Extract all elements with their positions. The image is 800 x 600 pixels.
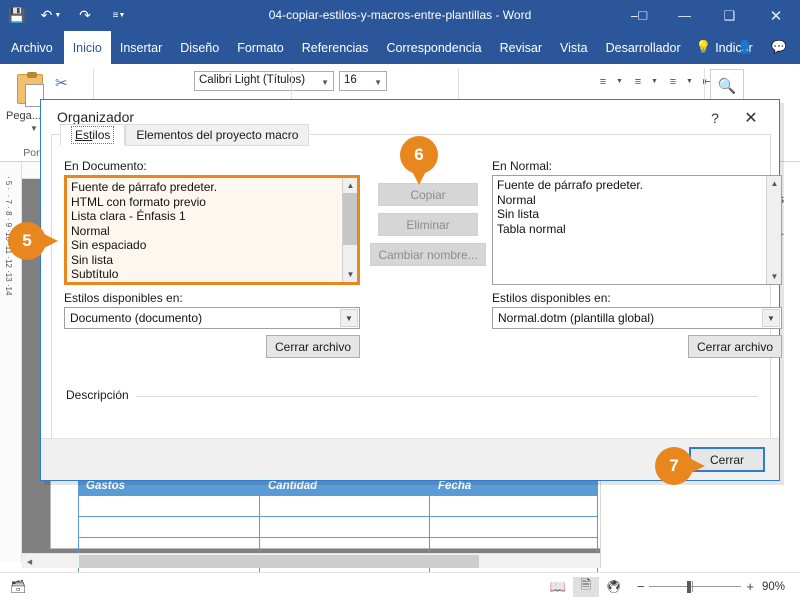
copiar-button[interactable]: Copiar xyxy=(378,183,478,206)
left-available-dropdown[interactable]: Documento (documento) ▼ xyxy=(64,307,360,329)
tab-estilos[interactable]: Estilos xyxy=(60,124,126,146)
close-button[interactable]: ✕ xyxy=(752,0,800,31)
status-right: 📖 🗎 🖲 − + 90% xyxy=(545,576,792,597)
chevron-down-icon[interactable]: ▼ xyxy=(762,309,780,327)
paste-chevron-down-icon[interactable]: ▼ xyxy=(30,124,38,133)
customize-quick-access-icon[interactable]: ≡ ▼ xyxy=(102,0,136,31)
tab-inicio[interactable]: Inicio xyxy=(63,31,111,64)
tab-formato[interactable]: Formato xyxy=(228,31,293,64)
vertical-ruler[interactable]: · 5 · · 7 · 8 · 9 ·10 ·11 ·12 ·13 ·14 xyxy=(0,162,22,562)
right-list-scrollbar[interactable]: ▲ ▼ xyxy=(766,176,781,284)
redo-icon[interactable]: ↷ xyxy=(68,0,102,31)
status-bar: 🗃 📖 🗎 🖲 − + 90% xyxy=(0,572,800,600)
list-item[interactable]: Sin lista xyxy=(67,253,341,268)
table-row[interactable] xyxy=(78,496,598,517)
right-styles-listbox[interactable]: Fuente de párrafo predeter. Normal Sin l… xyxy=(492,175,782,285)
right-list-items: Fuente de párrafo predeter. Normal Sin l… xyxy=(493,178,765,236)
list-item[interactable]: HTML con formato previo xyxy=(67,195,341,210)
list-item[interactable]: Normal xyxy=(493,193,765,208)
save-icon[interactable]: 💾 xyxy=(0,0,34,31)
tab-desarrollador[interactable]: Desarrollador xyxy=(597,31,690,64)
cut-icon[interactable]: ✂ xyxy=(55,74,68,92)
right-available-label: Estilos disponibles en: xyxy=(492,291,611,305)
zoom-in-button[interactable]: + xyxy=(746,579,754,594)
left-list-items: Fuente de párrafo predeter. HTML con for… xyxy=(67,180,341,283)
minimize-button[interactable]: — xyxy=(662,0,707,31)
paste-label[interactable]: Pega... xyxy=(6,110,41,122)
tab-archivo[interactable]: Archivo xyxy=(0,31,64,64)
description-divider xyxy=(136,396,758,397)
zoom-slider-tick xyxy=(692,580,694,592)
left-close-file-button[interactable]: Cerrar archivo xyxy=(266,335,360,358)
tab-referencias[interactable]: Referencias xyxy=(293,31,378,64)
list-item[interactable]: Tabla con cuadrícula xyxy=(67,282,341,283)
list-item[interactable]: Fuente de párrafo predeter. xyxy=(493,178,765,193)
chevron-down-icon[interactable]: ▼ xyxy=(343,267,357,282)
title-bar: 💾 ↶ ▼ ↷ ≡ ▼ 04-copiar-estilos-y-macros-ent… xyxy=(0,0,800,31)
scrollbar-thumb[interactable] xyxy=(79,555,479,568)
find-icon[interactable]: 🔍 xyxy=(710,69,744,103)
maximize-button[interactable]: ❑ xyxy=(707,0,752,31)
record-macro-icon[interactable]: 🗃 xyxy=(10,579,27,595)
comments-icon[interactable]: 💬 xyxy=(762,31,796,64)
left-styles-listbox[interactable]: Fuente de párrafo predeter. HTML con for… xyxy=(64,175,360,285)
right-available-dropdown[interactable]: Normal.dotm (plantilla global) ▼ xyxy=(492,307,782,329)
zoom-slider-thumb[interactable] xyxy=(687,580,692,593)
tab-correspondencia[interactable]: Correspondencia xyxy=(377,31,490,64)
tab-insertar[interactable]: Insertar xyxy=(111,31,171,64)
zoom-control[interactable]: − + xyxy=(637,579,754,594)
list-item[interactable]: Subtítulo xyxy=(67,267,341,282)
scrollbar-thumb[interactable] xyxy=(343,193,357,245)
right-list-label: En Normal: xyxy=(492,159,553,173)
read-mode-icon[interactable]: 📖 xyxy=(545,577,571,597)
share-person-icon[interactable]: 👤 xyxy=(728,31,762,64)
description-label: Descripción xyxy=(66,388,134,402)
eliminar-button[interactable]: Eliminar xyxy=(378,213,478,236)
right-close-file-button[interactable]: Cerrar archivo xyxy=(688,335,782,358)
ribbon-display-options-icon[interactable]: ⎯▢ xyxy=(617,0,662,31)
chevron-down-icon[interactable]: ▼ xyxy=(340,309,358,327)
lightbulb-icon: 💡 xyxy=(695,40,712,54)
tab-diseno[interactable]: Diseño xyxy=(171,31,228,64)
dialog-body: Estilos Elementos del proyecto macro En … xyxy=(51,124,782,439)
window-controls: ⎯▢ — ❑ ✕ xyxy=(617,0,800,31)
undo-icon[interactable]: ↶ ▼ xyxy=(34,0,68,31)
list-item[interactable]: Sin lista xyxy=(493,207,765,222)
web-layout-icon[interactable]: 🖲 xyxy=(601,577,627,597)
list-item[interactable]: Fuente de párrafo predeter. xyxy=(67,180,341,195)
help-icon[interactable]: ? xyxy=(703,107,727,129)
zoom-out-button[interactable]: − xyxy=(637,579,645,594)
list-item[interactable]: Tabla normal xyxy=(493,222,765,237)
ribbon-tab-strip: Archivo Inicio Insertar Diseño Formato R… xyxy=(0,31,800,64)
left-list-scrollbar[interactable]: ▲ ▼ xyxy=(342,178,357,282)
cambiar-nombre-button[interactable]: Cambiar nombre... xyxy=(370,243,486,266)
zoom-percentage[interactable]: 90% xyxy=(762,581,792,593)
chevron-down-icon[interactable]: ▼ xyxy=(767,269,781,284)
list-item[interactable]: Lista clara - Énfasis 1 xyxy=(67,209,341,224)
left-list-label: En Documento: xyxy=(64,159,147,173)
chevron-up-icon[interactable]: ▲ xyxy=(343,178,357,193)
tab-elementos-proyecto-macro[interactable]: Elementos del proyecto macro xyxy=(125,124,310,146)
dialog-close-icon[interactable]: ✕ xyxy=(737,107,765,129)
list-item[interactable]: Normal xyxy=(67,224,341,239)
table-row[interactable] xyxy=(78,517,598,538)
zoom-slider[interactable] xyxy=(649,580,742,593)
callout-badge-6: 6 xyxy=(400,136,438,185)
list-item[interactable]: Sin espaciado xyxy=(67,238,341,253)
dialog-title: Organizador xyxy=(57,109,135,125)
print-layout-icon[interactable]: 🗎 xyxy=(572,576,599,597)
chevron-left-icon[interactable]: ◀ xyxy=(22,554,37,569)
tab-vista[interactable]: Vista xyxy=(551,31,597,64)
chevron-up-icon[interactable]: ▲ xyxy=(767,176,781,191)
dialog-tab-strip: Estilos Elementos del proyecto macro xyxy=(60,124,310,146)
left-available-label: Estilos disponibles en: xyxy=(64,291,183,305)
ribbon-right-icons: 👤 💬 xyxy=(728,31,796,64)
callout-badge-7: 7 xyxy=(655,447,705,485)
tab-revisar[interactable]: Revisar xyxy=(491,31,551,64)
callout-badge-5: 5 xyxy=(8,222,58,260)
